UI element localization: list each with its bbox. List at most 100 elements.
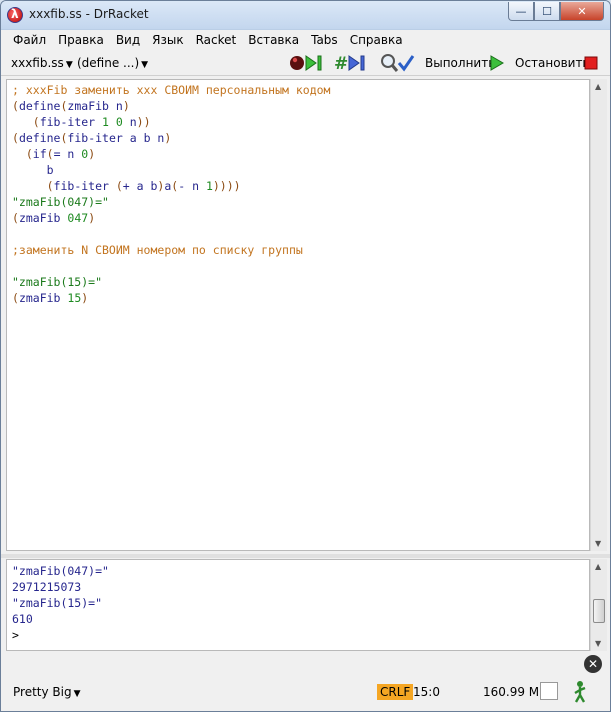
repl-output-line[interactable]: 610 [12, 611, 109, 627]
repl-output-line[interactable]: 2971215073 [12, 579, 109, 595]
definitions-editor[interactable]: ; xxxFib заменить xxx СВОИМ персональным… [6, 79, 590, 551]
drracket-logo-icon [7, 7, 23, 23]
run-icon [490, 55, 504, 71]
code-token: ( [12, 179, 54, 193]
code-token: ;заменить N СВОИМ номером по списку груп… [12, 243, 303, 257]
menu-racket[interactable]: Racket [190, 33, 243, 47]
code-line[interactable]: (fib-iter (+ a b)a(- n 1)))) [12, 178, 331, 194]
gc-indicator [540, 682, 558, 700]
code-token: ) [88, 147, 96, 161]
code-token: define [18, 99, 61, 113]
pane-splitter[interactable] [1, 554, 610, 558]
code-line[interactable]: (zmaFib 047) [12, 210, 331, 226]
code-line[interactable]: (zmaFib 15) [12, 290, 331, 306]
code-token: n [122, 115, 137, 129]
menu-insert[interactable]: Вставка [242, 33, 305, 47]
line-ending-badge[interactable]: CRLF [377, 684, 414, 700]
code-token: 15 [67, 291, 82, 305]
status-bar: Pretty Big ▼ CRLF 15:0 160.99 MB [1, 677, 610, 711]
memory-usage[interactable]: 160.99 MB [483, 685, 547, 699]
code-token: ( [12, 131, 19, 145]
code-token: zmaFib n [67, 99, 123, 113]
language-label: Pretty Big [13, 685, 72, 699]
language-selector[interactable]: Pretty Big ▼ [13, 685, 81, 699]
code-token: ( [12, 99, 19, 113]
run-button-label[interactable]: Выполнить [425, 56, 495, 70]
code-token: ( [115, 179, 123, 193]
code-token: if [32, 147, 47, 161]
code-line[interactable] [12, 226, 331, 242]
definitions-scrollbar[interactable]: ▲ ▼ [590, 79, 607, 551]
code-token: 047 [67, 211, 89, 225]
menu-file[interactable]: Файл [7, 33, 52, 47]
repl-output-line[interactable]: "zmaFib(15)=" [12, 595, 109, 611]
scroll-up-icon[interactable]: ▲ [595, 562, 601, 571]
code-token: ( [12, 147, 33, 161]
title-bar[interactable]: xxxfib.ss - DrRacket — ☐ ✕ [1, 1, 610, 29]
check-syntax-button[interactable] [380, 53, 416, 73]
scroll-down-icon[interactable]: ▼ [595, 639, 601, 648]
define-menu-label: (define ...) [77, 56, 140, 70]
code-line[interactable]: "zmaFib(15)=" [12, 274, 331, 290]
scroll-thumb[interactable] [593, 599, 605, 623]
code-token: )) [136, 115, 151, 129]
chevron-down-icon: ▼ [65, 60, 73, 70]
menu-view[interactable]: Вид [110, 33, 146, 47]
interactions-output[interactable]: "zmaFib(047)=" 2971215073 "zmaFib(15)=" 610… [12, 563, 109, 643]
window-title: xxxfib.ss - DrRacket [29, 7, 149, 21]
menu-edit[interactable]: Правка [52, 33, 110, 47]
macro-stepper-button[interactable]: # [333, 53, 375, 73]
code-token: b [12, 163, 54, 177]
close-pane-icon[interactable]: ✕ [584, 655, 602, 673]
chevron-down-icon: ▼ [141, 60, 149, 70]
code-token: )))) [212, 179, 241, 193]
code-token: ) [81, 291, 89, 305]
define-menu-dropdown[interactable]: (define ...) ▼ [77, 56, 148, 70]
repl-output-line[interactable]: "zmaFib(047)=" [12, 563, 109, 579]
stop-button[interactable] [583, 53, 599, 73]
code-token: fib-iter a b n [67, 131, 165, 145]
toolbar: xxxfib.ss ▼ (define ...) ▼ # Выполнить О… [1, 50, 610, 76]
file-menu-dropdown[interactable]: xxxfib.ss ▼ [11, 56, 73, 70]
definitions-code[interactable]: ; xxxFib заменить xxx СВОИМ персональным… [12, 82, 331, 306]
code-token: ; xxxFib заменить xxx СВОИМ персональным… [12, 83, 331, 97]
code-token: ) [88, 211, 96, 225]
code-line[interactable]: (define(zmaFib n) [12, 98, 331, 114]
scroll-down-icon[interactable]: ▼ [595, 539, 601, 548]
debug-button[interactable] [289, 53, 325, 73]
menu-bar: Файл Правка Вид Язык Racket Вставка Tabs… [1, 30, 610, 50]
code-line[interactable] [12, 258, 331, 274]
code-line[interactable]: b [12, 162, 331, 178]
chevron-down-icon: ▼ [73, 689, 81, 699]
interactions-pane[interactable]: "zmaFib(047)=" 2971215073 "zmaFib(15)=" 610… [6, 559, 590, 651]
interactions-scrollbar[interactable]: ▲ ▼ [590, 559, 607, 651]
code-line[interactable]: (if(= n 0) [12, 146, 331, 162]
menu-tabs[interactable]: Tabs [305, 33, 344, 47]
code-line[interactable]: (define(fib-iter a b n) [12, 130, 331, 146]
code-token: + a b [122, 179, 158, 193]
menu-help[interactable]: Справка [344, 33, 409, 47]
maximize-button[interactable]: ☐ [534, 2, 560, 21]
code-token: "zmaFib(15)=" [12, 275, 103, 289]
code-token: ( [12, 211, 19, 225]
debug-icon [290, 55, 322, 71]
minimize-button[interactable]: — [508, 2, 534, 21]
code-line[interactable]: ; xxxFib заменить xxx СВОИМ персональным… [12, 82, 331, 98]
stop-icon [584, 56, 598, 70]
code-line[interactable]: ;заменить N СВОИМ номером по списку груп… [12, 242, 331, 258]
scroll-up-icon[interactable]: ▲ [595, 82, 601, 91]
code-token: ) [122, 99, 130, 113]
code-line[interactable]: "zmaFib(047)=" [12, 194, 331, 210]
code-token: ( [12, 291, 19, 305]
close-button[interactable]: ✕ [560, 2, 604, 21]
cursor-position: 15:0 [413, 685, 440, 699]
code-line[interactable]: (fib-iter 1 0 n)) [12, 114, 331, 130]
code-token: ( [46, 147, 54, 161]
run-button[interactable] [489, 53, 505, 73]
code-token: "zmaFib(047)=" [12, 195, 109, 209]
drracket-window: xxxfib.ss - DrRacket — ☐ ✕ Файл Правка В… [0, 0, 611, 712]
repl-prompt[interactable]: > [12, 627, 109, 643]
code-token: 1 [205, 179, 213, 193]
stop-button-label[interactable]: Остановить [515, 56, 590, 70]
menu-language[interactable]: Язык [146, 33, 189, 47]
